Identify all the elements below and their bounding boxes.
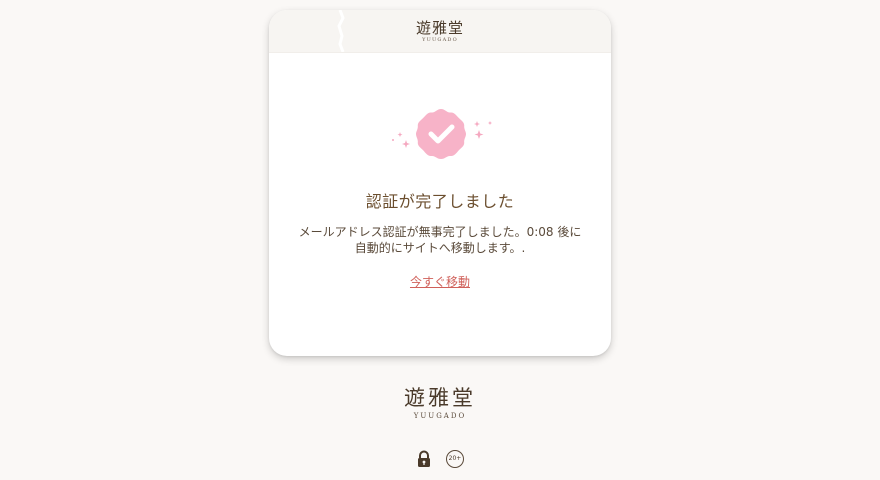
page: 遊雅堂 YUUGADO 認証が完了しました メールアドレス認証が無事完了しました… — [0, 0, 880, 480]
verification-card: 遊雅堂 YUUGADO 認証が完了しました メールアドレス認証が無事完了しました… — [269, 10, 611, 356]
sparkle-icon — [474, 121, 480, 127]
header-logo-roman: YUUGADO — [422, 37, 458, 43]
message-line-1: メールアドレス認証が無事完了しました。0:08 後に — [298, 225, 582, 239]
sparkle-dot — [392, 139, 394, 141]
footer-icons: 20+ — [0, 450, 880, 468]
sparkle-icon — [488, 121, 492, 125]
success-title: 認証が完了しました — [365, 192, 515, 211]
header-logo[interactable]: 遊雅堂 YUUGADO — [269, 19, 611, 44]
footer-logo[interactable]: 遊雅堂 YUUGADO — [0, 385, 880, 421]
footer-logo-kanji: 遊雅堂 — [404, 386, 476, 410]
message-line-2: 自動的にサイトへ移動します。. — [354, 241, 526, 255]
footer-logo-roman: YUUGADO — [413, 412, 467, 420]
lock-icon — [418, 450, 430, 467]
sparkle-icon — [474, 130, 484, 139]
go-now-link[interactable]: 今すぐ移動 — [269, 273, 611, 290]
verified-badge-icon — [392, 109, 492, 159]
age-restriction-icon: 20+ — [446, 450, 464, 468]
header-logo-kanji: 遊雅堂 — [415, 19, 464, 37]
sparkle-icon — [402, 140, 410, 148]
sparkle-icon — [397, 132, 403, 137]
card-header: 遊雅堂 YUUGADO — [269, 10, 611, 53]
badge-shape — [416, 109, 466, 159]
success-message: メールアドレス認証が無事完了しました。0:08 後に 自動的にサイトへ移動します… — [289, 224, 591, 256]
